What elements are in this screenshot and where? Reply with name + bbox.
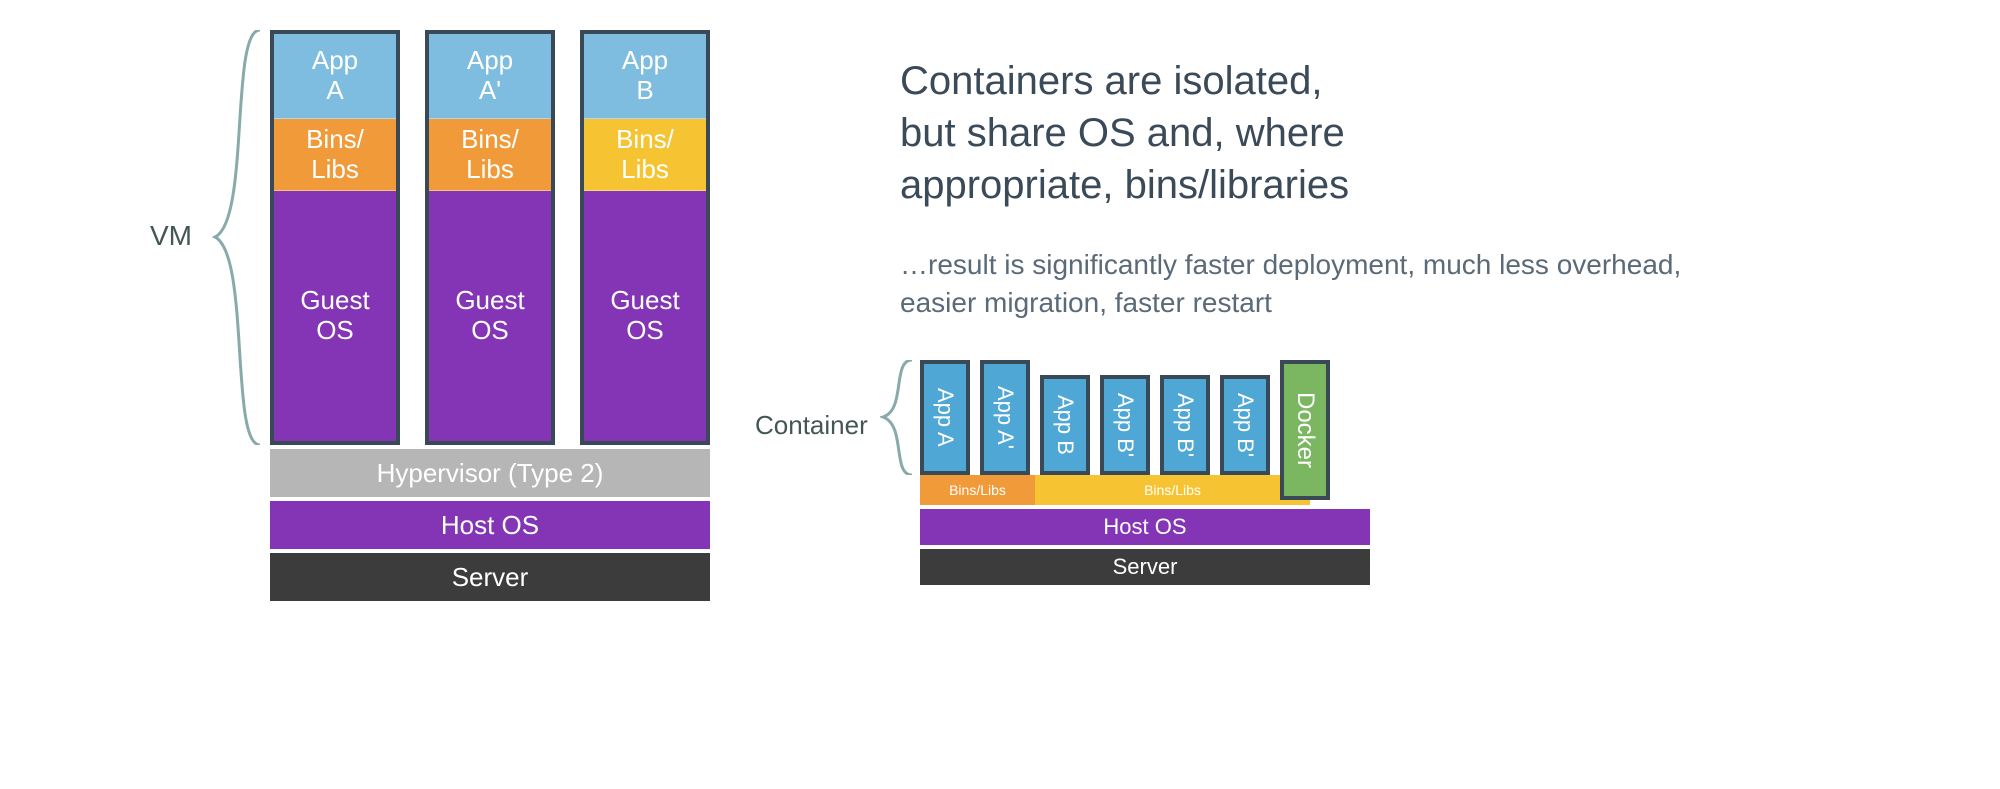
bins-layer: Bins/Libs (429, 119, 551, 191)
vm-stack-2: AppB Bins/Libs GuestOS (580, 30, 710, 445)
guest-os-layer: GuestOS (274, 191, 396, 441)
container-app-1: App A' (980, 360, 1030, 475)
vm-stack-0: AppA Bins/Libs GuestOS (270, 30, 400, 445)
title-line: but share OS and, where (900, 111, 1345, 155)
container-app-0: App A (920, 360, 970, 475)
docker-layer: Docker (1280, 360, 1330, 500)
title-line: appropriate, bins/libraries (900, 163, 1349, 207)
guest-os-layer: GuestOS (584, 191, 706, 441)
bins-layer: Bins/Libs (584, 119, 706, 191)
container-app-4: App B' (1160, 375, 1210, 475)
bins-layer: Bins/Libs (274, 119, 396, 191)
container-label: Container (755, 410, 868, 441)
vm-stack-1: AppA' Bins/Libs GuestOS (425, 30, 555, 445)
vm-label: VM (150, 220, 192, 252)
description-text: Containers are isolated, but share OS an… (900, 55, 1720, 322)
container-app-5: App B' (1220, 375, 1270, 475)
brace-icon (880, 360, 915, 475)
app-layer: AppB (584, 34, 706, 119)
server-layer: Server (920, 545, 1370, 585)
bins-libs-left: Bins/Libs (920, 475, 1035, 505)
host-os-layer: Host OS (920, 505, 1370, 545)
server-layer: Server (270, 549, 710, 601)
brace-icon (210, 30, 265, 445)
container-app-2: App B (1040, 375, 1090, 475)
subtitle-text: …result is significantly faster deployme… (900, 246, 1720, 322)
container-diagram: App A App A' App B App B' App B' App B' … (920, 360, 1370, 585)
vm-diagram: AppA Bins/Libs GuestOS AppA' Bins/Libs G… (270, 30, 710, 601)
guest-os-layer: GuestOS (429, 191, 551, 441)
app-layer: AppA' (429, 34, 551, 119)
bins-libs-right: Bins/Libs (1035, 475, 1310, 505)
title-line: Containers are isolated, (900, 59, 1322, 103)
app-layer: AppA (274, 34, 396, 119)
container-app-3: App B' (1100, 375, 1150, 475)
host-os-layer: Host OS (270, 497, 710, 549)
hypervisor-layer: Hypervisor (Type 2) (270, 445, 710, 497)
